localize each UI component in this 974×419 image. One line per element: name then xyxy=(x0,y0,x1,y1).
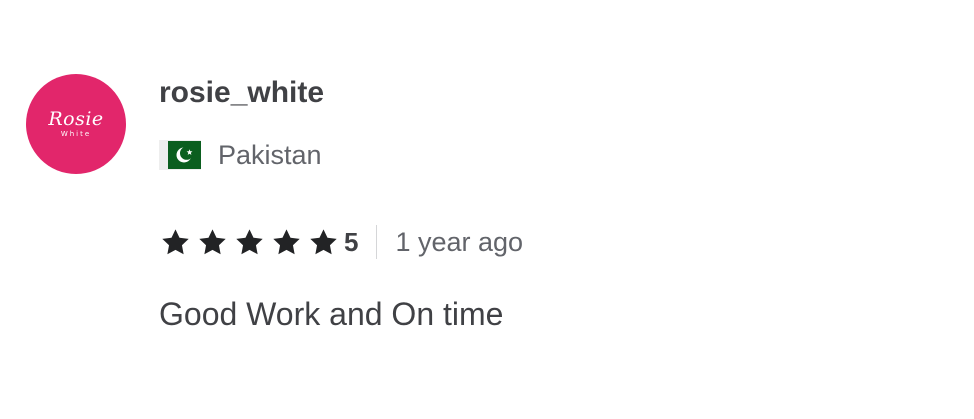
star-icon xyxy=(199,228,226,254)
pakistan-flag-icon xyxy=(159,140,201,170)
star-icon xyxy=(162,228,189,254)
star-icon xyxy=(273,228,300,254)
avatar-logo-subtext: White xyxy=(60,130,92,138)
star-icon xyxy=(310,228,337,254)
country-name: Pakistan xyxy=(218,140,322,170)
rating-row: 5 1 year ago xyxy=(159,222,523,262)
review-text: Good Work and On time xyxy=(159,296,504,332)
reviewer-country: Pakistan xyxy=(159,138,322,172)
star-icon xyxy=(236,228,263,254)
avatar[interactable]: Rosie White xyxy=(26,74,126,174)
review-time: 1 year ago xyxy=(395,227,524,257)
avatar-logo-script: Rosie xyxy=(48,108,104,130)
rating-value: 5 xyxy=(344,227,359,257)
reviewer-username[interactable]: rosie_white xyxy=(159,73,324,113)
divider xyxy=(376,225,378,259)
review-card: Rosie White rosie_white Pakistan 5 1 yea… xyxy=(0,0,974,419)
star-rating xyxy=(159,227,344,258)
